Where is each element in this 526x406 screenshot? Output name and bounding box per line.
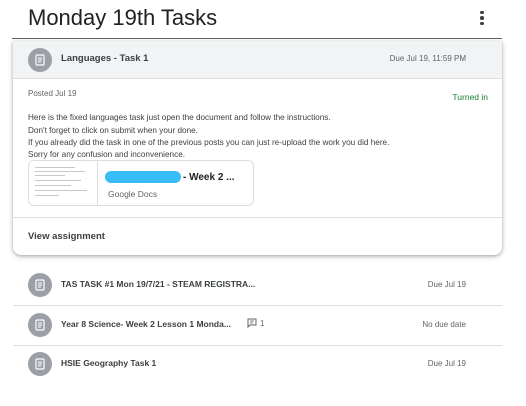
attachment-type: Google Docs [108, 189, 158, 199]
posted-date: Posted Jul 19 [28, 89, 77, 98]
page-title: Monday 19th Tasks [28, 5, 218, 30]
document-thumbnail [29, 161, 98, 205]
task-due-date: Due Jul 19, 11:59 PM [389, 54, 466, 63]
comment-icon [247, 318, 257, 328]
expanded-task-card: Languages - Task 1 Due Jul 19, 11:59 PM … [13, 41, 502, 255]
header-divider [12, 38, 502, 39]
task-row[interactable]: HSIE Geography Task 1 Due Jul 19 [13, 344, 502, 384]
task-title: HSIE Geography Task 1 [61, 358, 157, 368]
more-vert-icon[interactable] [474, 8, 490, 28]
attachment-title: - Week 2 ... [105, 171, 235, 183]
assignment-icon [28, 48, 52, 72]
task-title: Year 8 Science- Week 2 Lesson 1 Monda... [61, 319, 231, 329]
assignment-icon [28, 313, 52, 337]
assignment-icon [28, 273, 52, 297]
redacted-text [105, 171, 181, 183]
task-card-header[interactable]: Languages - Task 1 Due Jul 19, 11:59 PM [13, 41, 502, 79]
card-divider [13, 217, 502, 218]
comment-count: 1 [260, 318, 265, 328]
task-due-date: Due Jul 19 [427, 359, 466, 368]
comment-indicator: 1 [247, 318, 264, 328]
attachment-card[interactable]: - Week 2 ... Google Docs [28, 160, 254, 206]
attachment-name: - Week 2 ... [183, 171, 235, 183]
instruction-line: Sorry for any confusion and inconvenienc… [28, 150, 186, 159]
task-title: Languages - Task 1 [61, 53, 149, 64]
task-row[interactable]: Year 8 Science- Week 2 Lesson 1 Monda...… [13, 305, 502, 345]
status-badge: Turned in [452, 92, 488, 102]
instruction-line: Here is the fixed languages task just op… [28, 113, 331, 122]
view-assignment-link[interactable]: View assignment [28, 231, 105, 242]
instruction-line: Don't forget to click on submit when you… [28, 126, 198, 135]
task-title: TAS TASK #1 Mon 19/7/21 - STEAM REGISTRA… [61, 279, 256, 289]
instruction-line: If you already did the task in one of th… [28, 138, 390, 147]
task-row[interactable]: TAS TASK #1 Mon 19/7/21 - STEAM REGISTRA… [13, 265, 502, 305]
task-due-date: No due date [422, 320, 466, 329]
task-due-date: Due Jul 19 [427, 280, 466, 289]
assignment-icon [28, 352, 52, 376]
page-header: Monday 19th Tasks [0, 0, 526, 40]
